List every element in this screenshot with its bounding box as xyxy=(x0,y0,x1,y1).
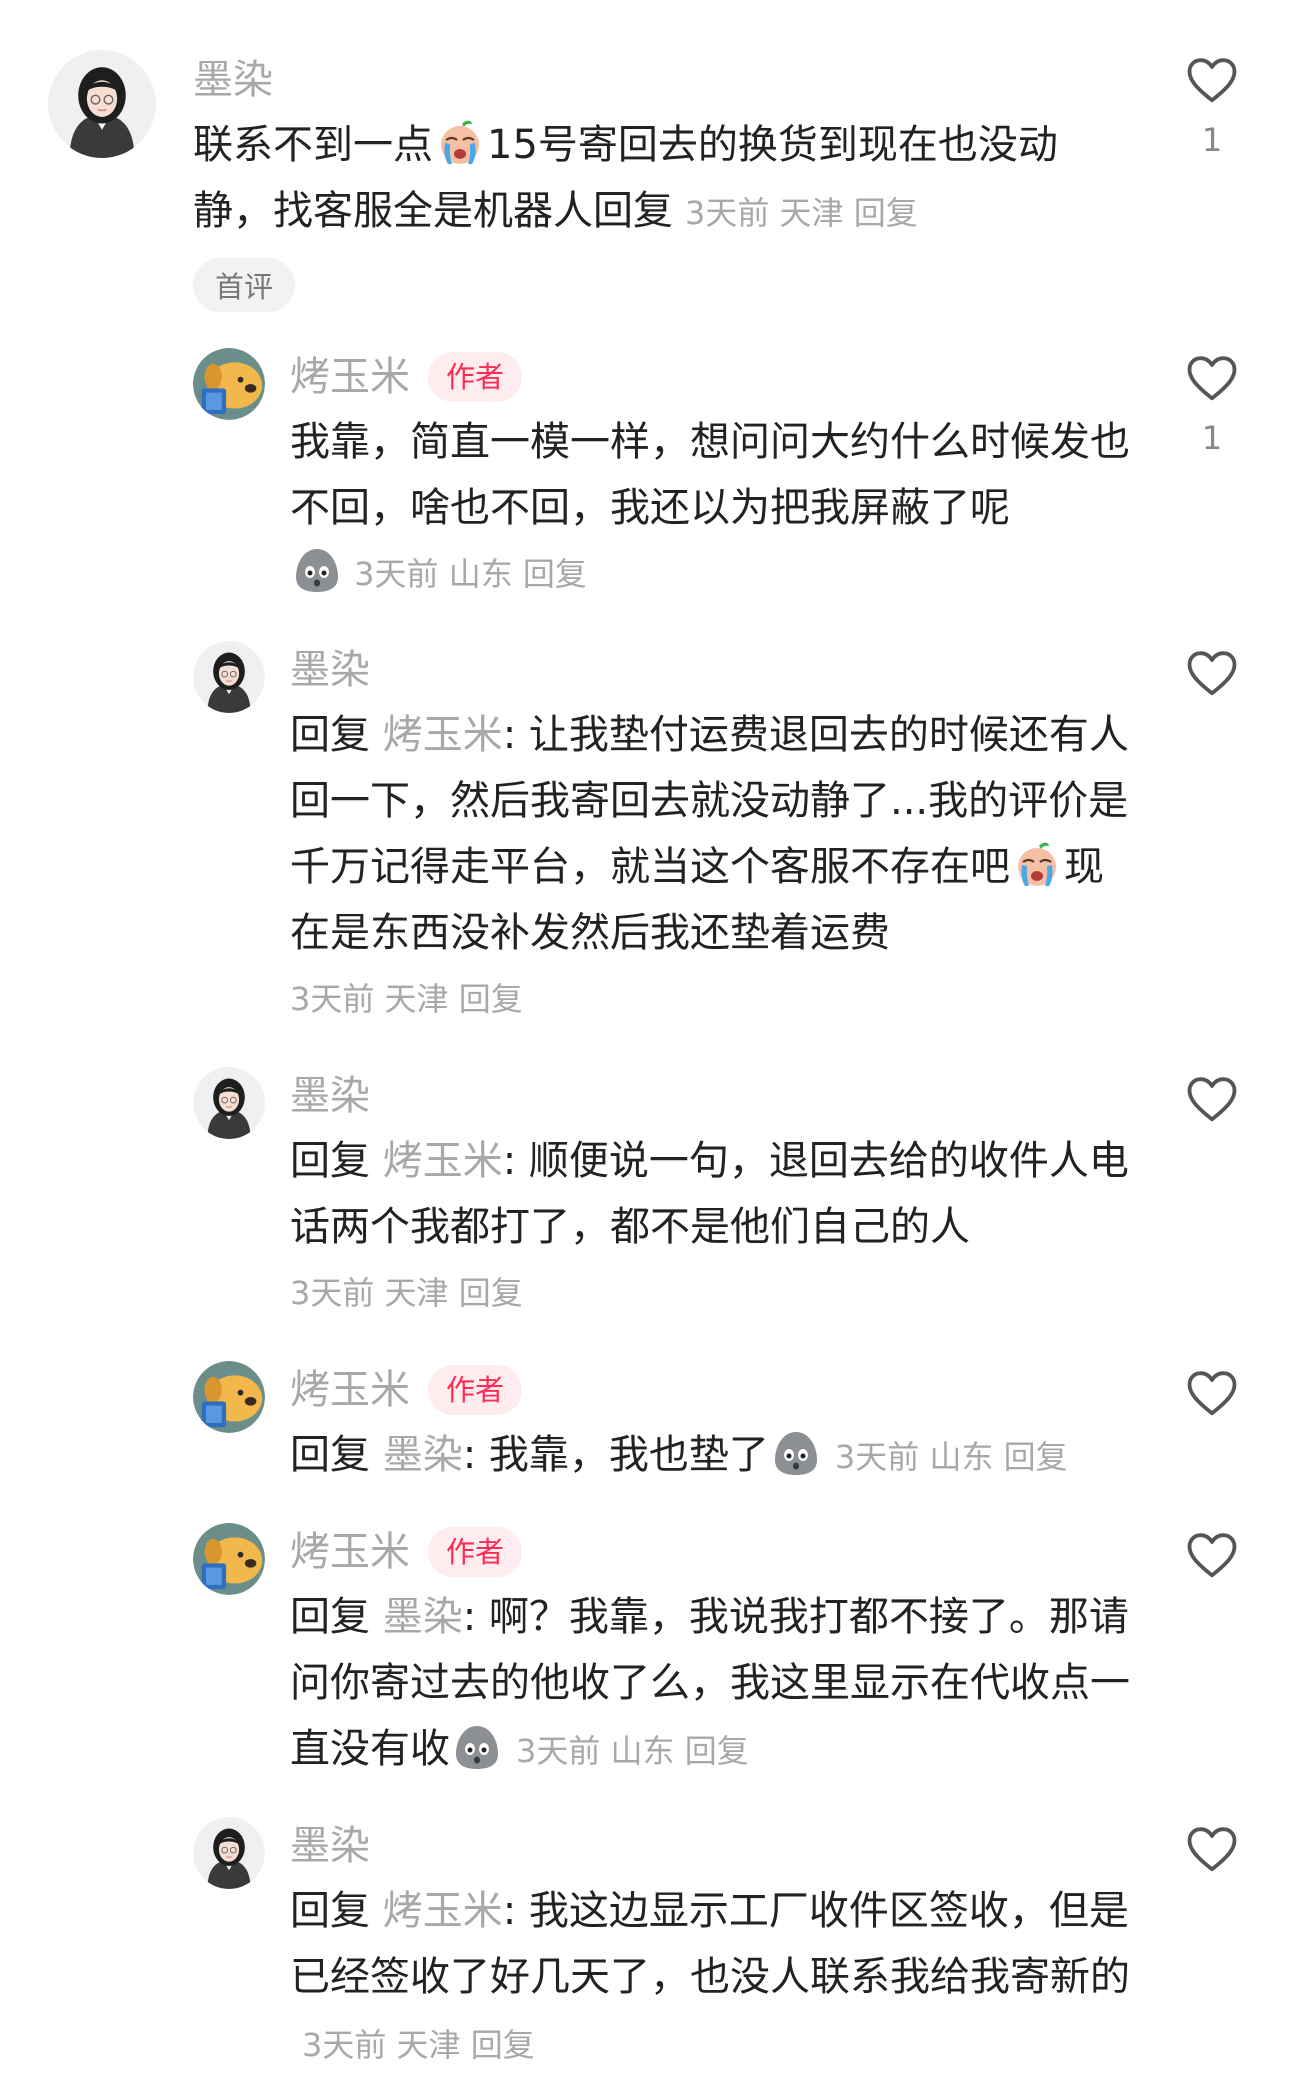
ip-location: 山东 xyxy=(929,1438,994,1476)
heart-icon xyxy=(1187,58,1237,103)
dog-avatar-icon xyxy=(193,348,265,420)
reply-body: 烤玉米 作者 回复 墨染: 我靠，我也垫了 3天前 山东 回复 xyxy=(290,1358,1130,1490)
heart-icon xyxy=(1187,651,1237,696)
reply-prefix: 回复 xyxy=(290,712,370,758)
avatar[interactable] xyxy=(48,50,156,158)
comment-text: 回复 墨染: 我靠，我也垫了 3天前 山东 回复 xyxy=(290,1422,1130,1490)
reply-prefix: 回复 xyxy=(290,1888,370,1934)
comment-body: 墨染 联系不到一点 15号寄回去的换货到现在也没动静，找客服全是机器人回复 3天前 … xyxy=(193,48,1113,246)
reply-body: 墨染 回复 烤玉米: 顺便说一句，退回去给的收件人电话两个我都打了，都不是他们自… xyxy=(290,1064,1130,1326)
comment-text: 回复 烤玉米: 顺便说一句，退回去给的收件人电话两个我都打了，都不是他们自己的人 xyxy=(290,1138,1129,1250)
reply-prefix: 回复 xyxy=(290,1594,370,1640)
username[interactable]: 墨染 xyxy=(193,48,1113,112)
username[interactable]: 烤玉米 作者 xyxy=(290,1520,1130,1584)
like-button[interactable] xyxy=(1184,1368,1240,1418)
like-button[interactable] xyxy=(1184,1530,1240,1580)
comment-text: 我靠，简直一模一样，想问问大约什么时候发也不回，啥也不回，我还以为把我屏蔽了呢 xyxy=(290,419,1130,531)
comment-meta: 3天前 天津 回复 xyxy=(290,1260,1130,1326)
ip-location: 天津 xyxy=(396,2026,461,2064)
ip-location: 天津 xyxy=(384,1274,449,1312)
avatar[interactable] xyxy=(193,348,265,420)
heart-icon xyxy=(1187,1533,1237,1578)
reply-button[interactable]: 回复 xyxy=(1004,1438,1068,1476)
timestamp: 3天前 xyxy=(516,1732,601,1770)
author-badge: 作者 xyxy=(428,1527,523,1577)
comment-text: 回复 烤玉米: 我这边显示工厂收件区签收，但是已经签收了好几天了，也没人联系我给… xyxy=(290,1888,1130,2064)
author-badge: 作者 xyxy=(428,1365,523,1415)
reply-prefix: 回复 xyxy=(290,1432,370,1478)
avatar[interactable] xyxy=(193,1067,265,1139)
timestamp: 3天前 xyxy=(302,2026,387,2064)
girl-avatar-icon xyxy=(193,1817,265,1889)
heart-icon xyxy=(1187,1371,1237,1416)
like-count: 1 xyxy=(1201,419,1223,457)
heart-icon xyxy=(1187,356,1237,401)
reply-to-username[interactable]: 烤玉米 xyxy=(383,712,503,758)
reply-button[interactable]: 回复 xyxy=(471,2026,535,2064)
like-button[interactable] xyxy=(1184,1074,1240,1124)
comment-text: 回复 墨染: 啊？我靠，我说我打都不接了。那请问你寄过去的他收了么，我这里显示在… xyxy=(290,1594,1130,1772)
dog-avatar-icon xyxy=(193,1361,265,1433)
reply-body: 墨染 回复 烤玉米: 我这边显示工厂收件区签收，但是已经签收了好几天了，也没人联… xyxy=(290,1814,1130,2078)
ip-location: 山东 xyxy=(448,555,513,593)
crying-face-emoji-icon xyxy=(1012,840,1062,890)
like-button[interactable]: 1 xyxy=(1184,55,1240,159)
comment-meta: 3天前 天津 回复 xyxy=(290,966,1130,1032)
reply-button[interactable]: 回复 xyxy=(459,980,523,1018)
like-button[interactable]: 1 xyxy=(1184,353,1240,457)
avatar[interactable] xyxy=(193,1523,265,1595)
reply-to-username[interactable]: 墨染 xyxy=(383,1594,463,1640)
comment-meta: 3天前 山东 回复 xyxy=(516,1732,749,1770)
comment-text: 联系不到一点 15号寄回去的换货到现在也没动静，找客服全是机器人回复 3天前 天津 … xyxy=(193,112,1113,246)
crying-face-emoji-icon xyxy=(435,118,485,168)
reply-button[interactable]: 回复 xyxy=(685,1732,749,1770)
avatar[interactable] xyxy=(193,1361,265,1433)
dog-avatar-icon xyxy=(193,1523,265,1595)
ip-location: 天津 xyxy=(779,194,844,232)
reply-to-username[interactable]: 烤玉米 xyxy=(383,1888,503,1934)
like-button[interactable] xyxy=(1184,648,1240,698)
comment-meta: 3天前 山东 回复 xyxy=(835,1438,1068,1476)
username[interactable]: 墨染 xyxy=(290,638,1130,702)
reply-button[interactable]: 回复 xyxy=(854,194,918,232)
reply-button[interactable]: 回复 xyxy=(523,555,587,593)
reply-to-username[interactable]: 墨染 xyxy=(383,1432,463,1478)
girl-avatar-icon xyxy=(193,641,265,713)
username[interactable]: 墨染 xyxy=(290,1064,1130,1128)
grey-blob-emoji-icon xyxy=(292,545,342,595)
reply-prefix: 回复 xyxy=(290,1138,370,1184)
reply-body: 烤玉米 作者 我靠，简直一模一样，想问问大约什么时候发也不回，啥也不回，我还以为把… xyxy=(290,345,1130,607)
girl-avatar-icon xyxy=(193,1067,265,1139)
author-badge: 作者 xyxy=(428,352,523,402)
like-count: 1 xyxy=(1201,121,1223,159)
reply-button[interactable]: 回复 xyxy=(459,1274,523,1312)
comment-text: 回复 烤玉米: 让我垫付运费退回去的时候还有人回一下，然后我寄回去就没动静了..… xyxy=(290,712,1129,956)
girl-avatar-icon xyxy=(48,50,156,158)
comment-meta: 3天前 天津 回复 xyxy=(302,2026,535,2064)
timestamp: 3天前 xyxy=(290,1274,375,1312)
timestamp: 3天前 xyxy=(685,194,770,232)
comment-meta: 3天前 山东 回复 xyxy=(290,541,1130,607)
grey-blob-emoji-icon xyxy=(452,1722,502,1772)
ip-location: 山东 xyxy=(610,1732,675,1770)
like-button[interactable] xyxy=(1184,1824,1240,1874)
timestamp: 3天前 xyxy=(354,555,439,593)
heart-icon xyxy=(1187,1827,1237,1872)
heart-icon xyxy=(1187,1077,1237,1122)
timestamp: 3天前 xyxy=(290,980,375,1018)
username[interactable]: 烤玉米 作者 xyxy=(290,1358,1130,1422)
avatar[interactable] xyxy=(193,1817,265,1889)
comment-meta: 3天前 天津 回复 xyxy=(685,194,918,232)
timestamp: 3天前 xyxy=(834,1438,920,1476)
avatar[interactable] xyxy=(193,641,265,713)
username[interactable]: 墨染 xyxy=(290,1814,1130,1878)
username[interactable]: 烤玉米 作者 xyxy=(290,345,1130,409)
grey-blob-emoji-icon xyxy=(771,1428,821,1478)
reply-body: 墨染 回复 烤玉米: 让我垫付运费退回去的时候还有人回一下，然后我寄回去就没动静… xyxy=(290,638,1130,1032)
reply-body: 烤玉米 作者 回复 墨染: 啊？我靠，我说我打都不接了。那请问你寄过去的他收了么，… xyxy=(290,1520,1130,1784)
reply-to-username[interactable]: 烤玉米 xyxy=(383,1138,503,1184)
first-comment-tag: 首评 xyxy=(193,258,296,312)
ip-location: 天津 xyxy=(384,980,449,1018)
